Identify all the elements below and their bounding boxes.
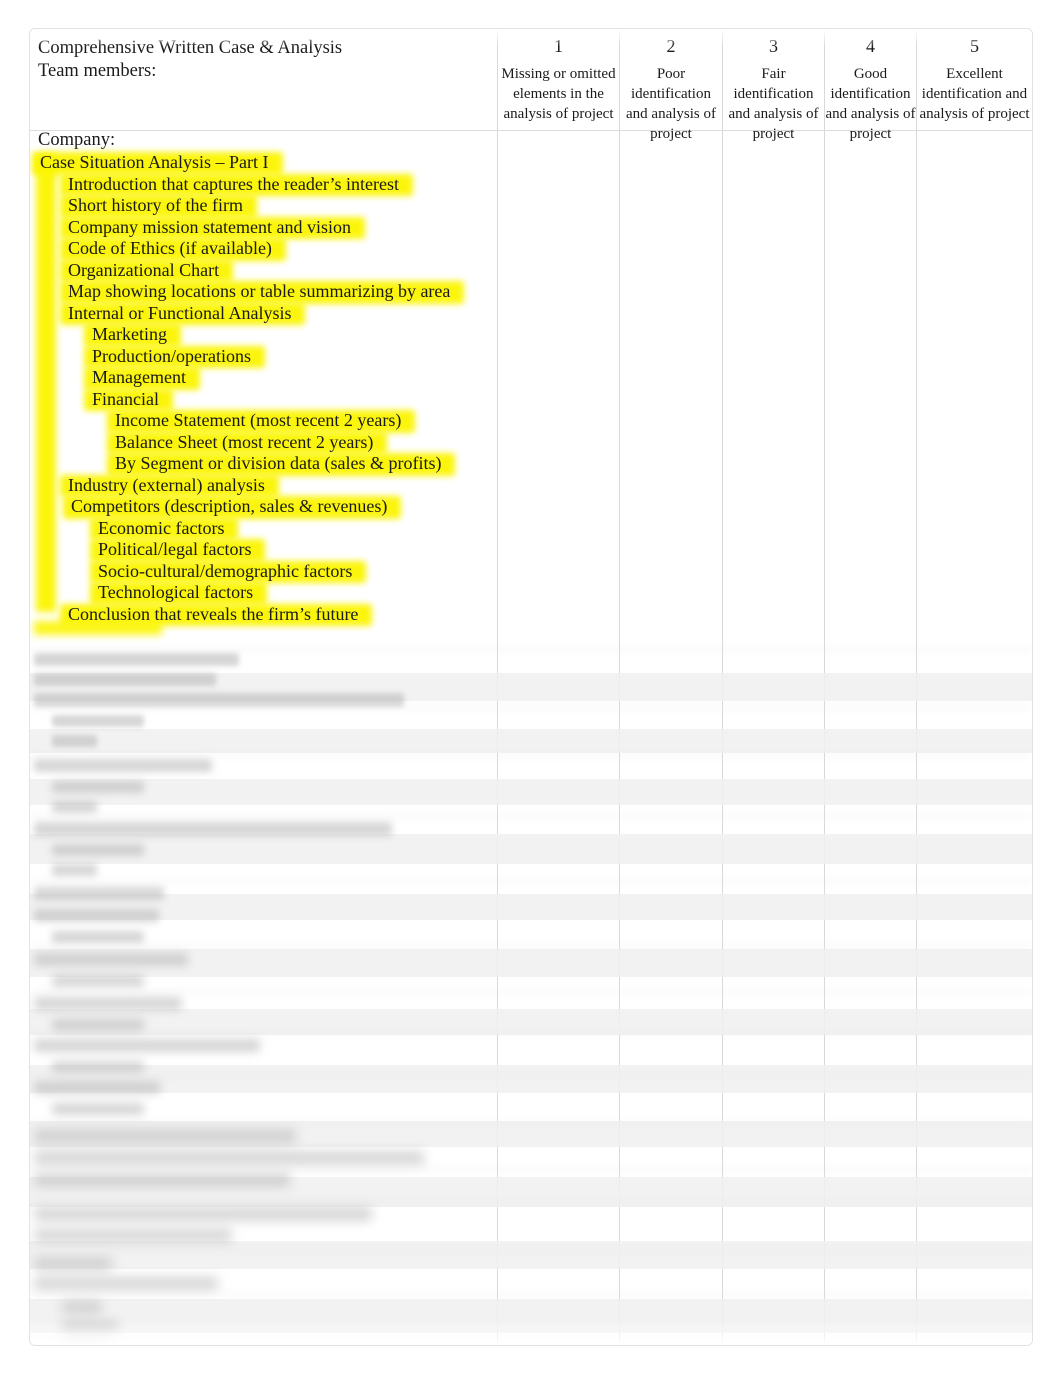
criterion-label: Map showing locations or table summarizi… (68, 281, 451, 301)
scale-number-5: 5 (970, 36, 979, 56)
criterion-label: Conclusion that reveals the firm’s futur… (68, 603, 359, 624)
document-title: Comprehensive Written Case & Analysis (38, 38, 343, 58)
criterion-label: Socio-cultural/demographic factors (98, 560, 353, 581)
scale-descriptor-3: Fair identification and analysis of proj… (728, 65, 819, 143)
scale-column-3: 3 Fair identification and analysis of pr… (723, 35, 824, 145)
criterion-row[interactable]: Company mission statement and vision (36, 217, 498, 239)
criterion-row[interactable]: Organizational Chart (36, 260, 498, 282)
criterion-row[interactable]: Management (36, 367, 498, 389)
criterion-row[interactable]: Financial (36, 389, 498, 411)
scale-column-5: 5 Excellent identification and analysis … (917, 35, 1032, 124)
criterion-label: Code of Ethics (if available) (68, 238, 272, 258)
criteria-highlighted-block: Case Situation Analysis – Part I Introdu… (36, 152, 498, 625)
criterion-row[interactable]: Competitors (description, sales & revenu… (36, 496, 498, 518)
criterion-row[interactable]: Production/operations (36, 346, 498, 368)
criterion-row[interactable]: Balance Sheet (most recent 2 years) (36, 432, 498, 454)
criterion-row[interactable]: Case Situation Analysis – Part I (36, 152, 498, 174)
criterion-row[interactable]: Industry (external) analysis (36, 475, 498, 497)
criterion-label: Organizational Chart (68, 259, 220, 280)
rubric-table: 1 Missing or omitted elements in the ana… (29, 28, 1033, 1346)
criterion-row[interactable]: Socio-cultural/demographic factors (36, 561, 498, 583)
criterion-row[interactable]: Economic factors (36, 518, 498, 540)
criterion-label: Introduction that captures the reader’s … (68, 173, 400, 194)
criterion-row[interactable]: Conclusion that reveals the firm’s futur… (36, 604, 498, 626)
lower-row-lines (30, 629, 1032, 1345)
criterion-label: Production/operations (92, 345, 251, 366)
scale-number-3: 3 (769, 36, 778, 56)
criterion-label: Competitors (description, sales & revenu… (71, 496, 388, 516)
team-members-label: Team members: (38, 61, 157, 81)
criterion-row[interactable]: Income Statement (most recent 2 years) (36, 410, 498, 432)
scale-descriptor-2: Poor identification and analysis of proj… (626, 65, 716, 143)
scale-descriptor-4: Good identification and analysis of proj… (825, 65, 916, 143)
criterion-label: Management (92, 367, 186, 387)
criterion-label: By Segment or division data (sales & pro… (115, 453, 442, 473)
criterion-row[interactable]: Political/legal factors (36, 539, 498, 561)
team-members-entry-area[interactable] (36, 83, 498, 129)
criterion-row[interactable]: Technological factors (36, 582, 498, 604)
scale-descriptor-1: Missing or omitted elements in the analy… (501, 65, 616, 123)
criteria-column: Comprehensive Written Case & Analysis Te… (36, 37, 498, 625)
criterion-label: Economic factors (98, 517, 225, 538)
company-label: Company: (38, 130, 116, 150)
criterion-label: Political/legal factors (98, 539, 252, 559)
scale-column-1: 1 Missing or omitted elements in the ana… (498, 35, 619, 124)
criterion-label: Company mission statement and vision (68, 216, 351, 237)
criterion-label: Technological factors (98, 582, 254, 602)
criterion-label: Financial (92, 388, 159, 409)
criterion-row[interactable]: Map showing locations or table summarizi… (36, 281, 498, 303)
scale-number-4: 4 (866, 36, 875, 56)
criterion-label: Case Situation Analysis – Part I (40, 152, 269, 172)
scale-descriptor-5: Excellent identification and analysis of… (919, 65, 1030, 123)
criterion-label: Industry (external) analysis (68, 474, 265, 495)
scale-column-2: 2 Poor identification and analysis of pr… (620, 35, 722, 145)
criterion-row[interactable]: Short history of the firm (36, 195, 498, 217)
criterion-row[interactable]: Internal or Functional Analysis (36, 303, 498, 325)
criterion-label: Short history of the firm (68, 195, 243, 215)
document-page: 1 Missing or omitted elements in the ana… (0, 0, 1062, 1377)
criterion-label: Balance Sheet (most recent 2 years) (115, 431, 374, 452)
criterion-row[interactable]: Code of Ethics (if available) (36, 238, 498, 260)
criterion-row[interactable]: Marketing (36, 324, 498, 346)
scale-number-2: 2 (666, 36, 676, 56)
scale-column-4: 4 Good identification and analysis of pr… (825, 35, 916, 145)
out-of-focus-section (30, 629, 1032, 1345)
criterion-label: Income Statement (most recent 2 years) (115, 410, 402, 430)
criterion-label: Internal or Functional Analysis (68, 302, 292, 323)
criterion-row[interactable]: Introduction that captures the reader’s … (36, 174, 498, 196)
scale-number-1: 1 (554, 36, 563, 56)
criterion-label: Marketing (92, 324, 167, 344)
criterion-row[interactable]: By Segment or division data (sales & pro… (36, 453, 498, 475)
